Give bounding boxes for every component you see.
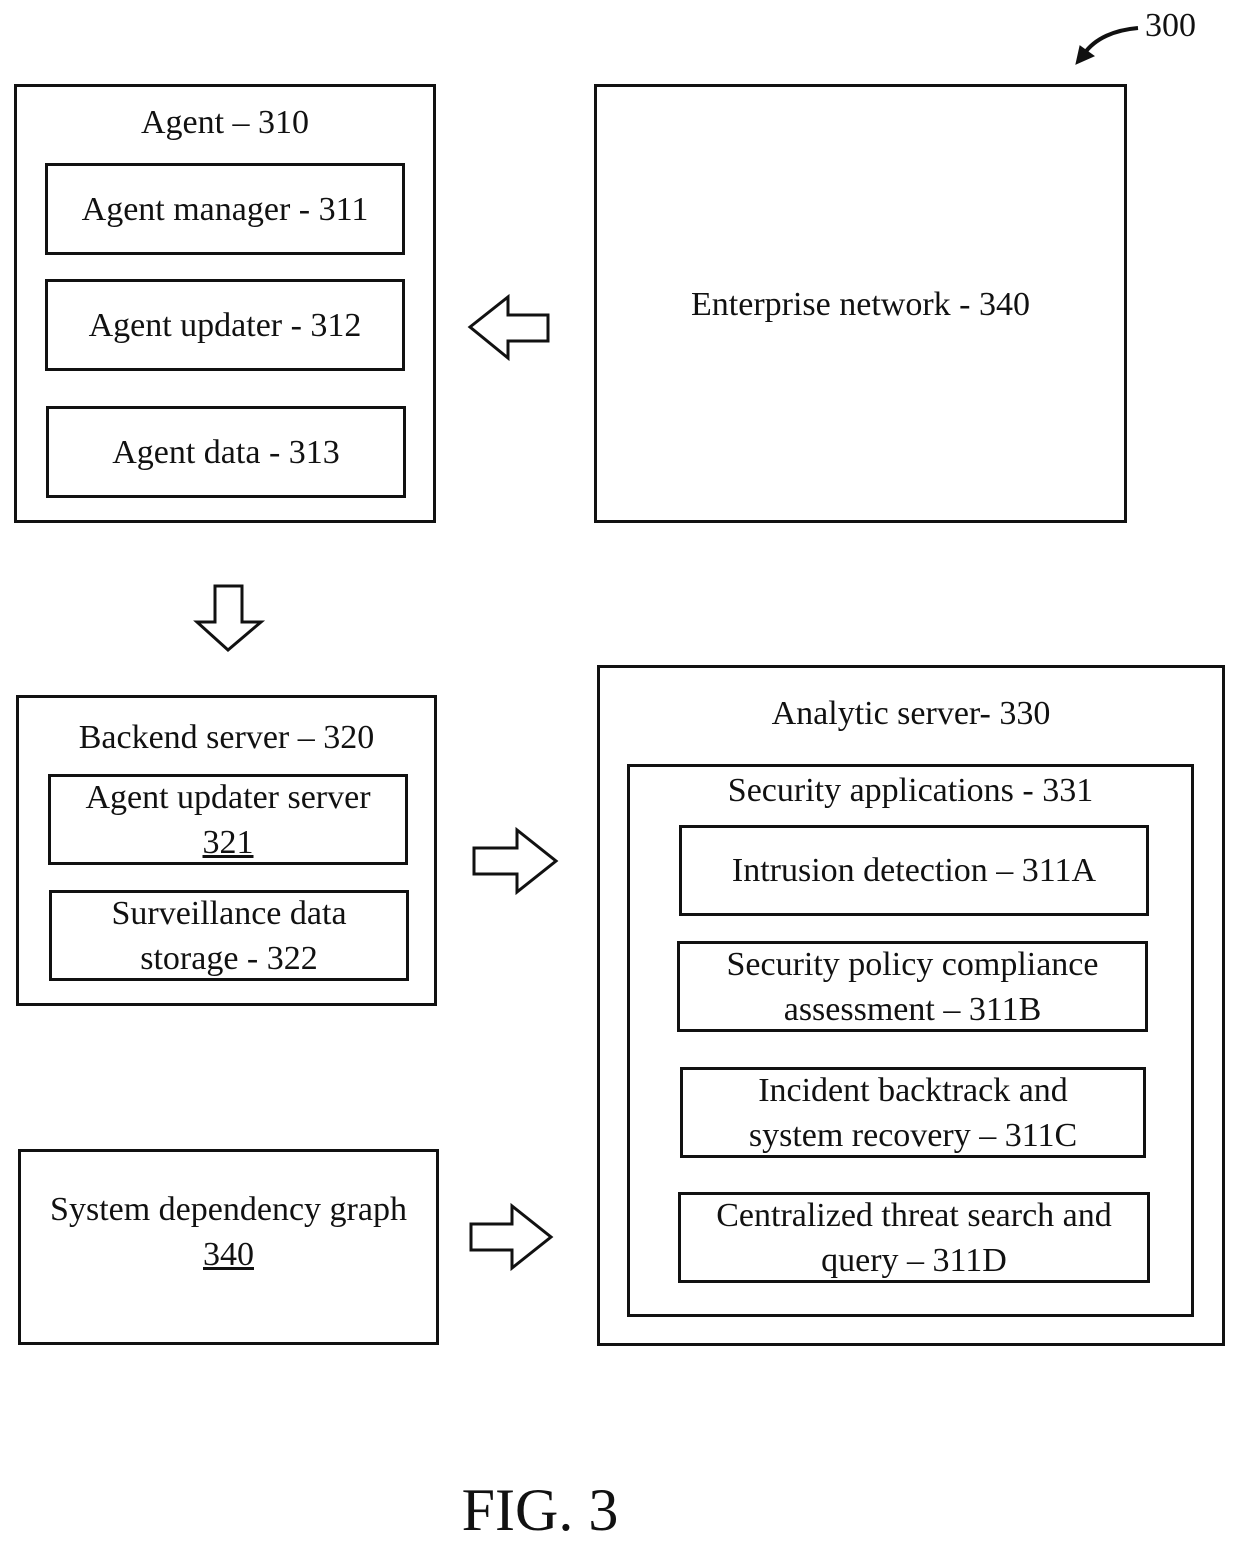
incident-backtrack-box: Incident backtrack and system recovery –…	[680, 1067, 1146, 1158]
security-policy-compliance-line1: Security policy compliance	[726, 945, 1099, 983]
system-dependency-graph-label: System dependency graph	[50, 1191, 407, 1228]
agent-data-box: Agent data - 313	[46, 406, 406, 498]
surveillance-data-storage-box: Surveillance data storage - 322	[49, 890, 409, 981]
agent-title: Agent – 310	[140, 104, 310, 141]
backend-server-title: Backend server – 320	[78, 719, 375, 756]
surveillance-data-storage-label-line2: storage - 322	[140, 939, 318, 977]
figure-reference-number: 300	[1145, 7, 1196, 44]
agent-updater-server-label: Agent updater server	[85, 778, 371, 816]
agent-manager-box: Agent manager - 311	[45, 163, 405, 255]
security-applications-title: Security applications - 331	[727, 772, 1094, 809]
incident-backtrack-line2: system recovery – 311C	[748, 1116, 1078, 1154]
backend-server-box: Backend server – 320 Agent updater serve…	[16, 695, 437, 1006]
down-arrow-icon	[193, 584, 266, 652]
right-arrow-icon	[469, 1202, 554, 1272]
centralized-threat-search-box: Centralized threat search and query – 31…	[678, 1192, 1150, 1283]
security-policy-compliance-box: Security policy compliance assessment – …	[677, 941, 1148, 1032]
incident-backtrack-line1: Incident backtrack and	[758, 1071, 1068, 1109]
agent-data-label: Agent data - 313	[112, 433, 340, 471]
intrusion-detection-label: Intrusion detection – 311A	[731, 852, 1097, 889]
system-dependency-graph-ref: 340	[203, 1236, 254, 1273]
reference-pointer-arrow-icon	[1075, 26, 1139, 65]
agent-updater-label: Agent updater - 312	[88, 306, 362, 344]
analytic-server-title: Analytic server- 330	[771, 695, 1051, 732]
surveillance-data-storage-label-line1: Surveillance data	[111, 894, 347, 932]
intrusion-detection-box: Intrusion detection – 311A	[679, 825, 1149, 916]
system-dependency-graph-box: System dependency graph 340	[18, 1149, 439, 1345]
centralized-threat-search-line1: Centralized threat search and	[716, 1196, 1112, 1234]
centralized-threat-search-line2: query – 311D	[821, 1241, 1007, 1279]
enterprise-network-label: Enterprise network - 340	[691, 286, 1030, 323]
agent-manager-label: Agent manager - 311	[81, 190, 369, 228]
agent-updater-server-ref: 321	[202, 823, 254, 861]
agent-updater-server-box: Agent updater server 321	[48, 774, 408, 865]
security-applications-box: Security applications - 331 Intrusion de…	[627, 764, 1194, 1317]
agent-box: Agent – 310 Agent manager - 311 Agent up…	[14, 84, 436, 523]
right-arrow-icon	[472, 826, 559, 896]
left-arrow-icon	[467, 293, 550, 362]
security-policy-compliance-line2: assessment – 311B	[783, 990, 1042, 1028]
figure-caption: FIG. 3	[461, 1477, 619, 1543]
enterprise-network-box: Enterprise network - 340	[594, 84, 1127, 523]
agent-updater-box: Agent updater - 312	[45, 279, 405, 371]
analytic-server-box: Analytic server- 330 Security applicatio…	[597, 665, 1225, 1346]
